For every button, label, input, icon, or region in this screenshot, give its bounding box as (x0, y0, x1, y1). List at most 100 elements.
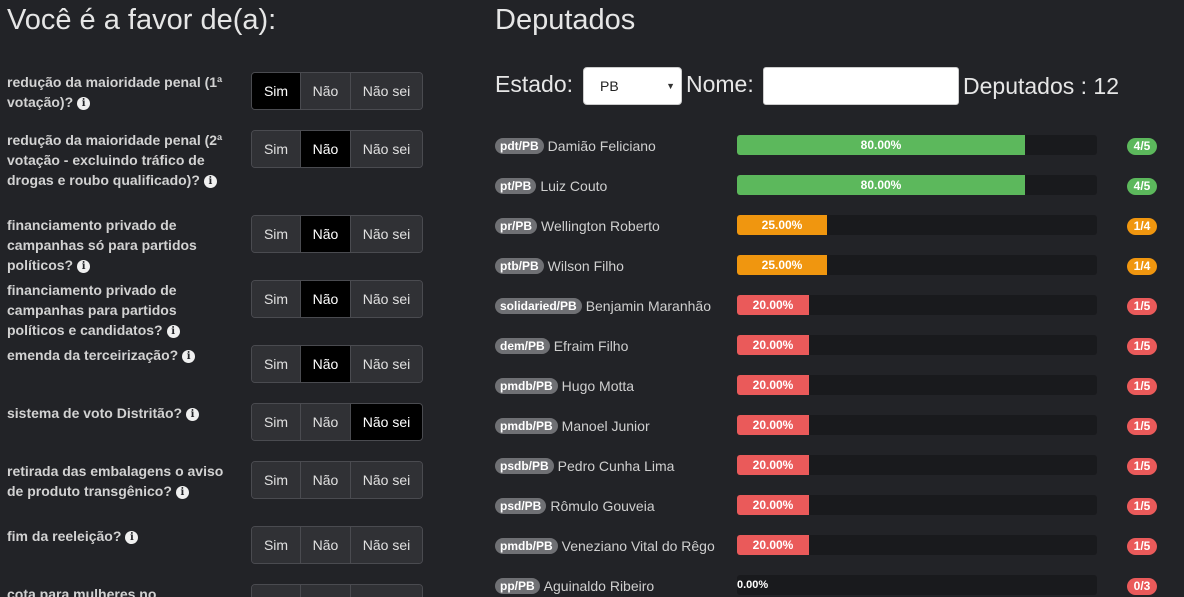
question-label: financiamento privado de campanhas para … (7, 280, 232, 340)
sim-button[interactable]: Sim (252, 131, 301, 167)
info-icon[interactable]: i (203, 175, 217, 188)
estado-select[interactable]: PB ▼ (583, 67, 682, 105)
info-icon[interactable]: i (77, 97, 91, 110)
agreement-progress-bar: 20.00% (737, 495, 1097, 515)
nao-button[interactable]: Não (301, 281, 351, 317)
deputy-name: Aguinaldo Ribeiro (543, 578, 655, 594)
sim-button[interactable]: Sim (252, 585, 301, 597)
estado-select-value: PB (600, 78, 619, 94)
sim-button[interactable]: Sim (252, 404, 301, 440)
agreement-progress-bar: 0.00% (737, 575, 1097, 595)
question-text: fim da reeleição? (7, 528, 122, 544)
question-label: redução da maioridade penal (1ª votação)… (7, 72, 232, 112)
answer-button-group: SimNãoNão sei (251, 526, 423, 564)
nao-sei-button[interactable]: Não sei (351, 527, 422, 563)
progress-fill: 20.00% (737, 415, 809, 435)
sim-button[interactable]: Sim (252, 346, 301, 382)
question-text: sistema de voto Distritão? (7, 405, 183, 421)
party-badge: pmdb/PB (495, 538, 558, 554)
score-badge: 1/5 (1127, 298, 1157, 315)
nao-sei-button[interactable]: Não sei (351, 462, 422, 498)
question-label: emenda da terceirização? i (7, 345, 232, 365)
nao-sei-button[interactable]: Não sei (351, 73, 422, 109)
answer-button-group: SimNãoNão sei (251, 280, 423, 318)
deputy-row: pp/PB Aguinaldo Ribeiro (495, 576, 720, 596)
score-badge: 4/5 (1127, 178, 1157, 195)
nome-input[interactable] (763, 67, 959, 105)
progress-fill: 20.00% (737, 375, 809, 395)
deputy-row: pr/PB Wellington Roberto (495, 216, 720, 236)
question-text: retirada das embalagens o aviso de produ… (7, 463, 224, 499)
sim-button[interactable]: Sim (252, 527, 301, 563)
progress-fill: 25.00% (737, 215, 827, 235)
nao-sei-button[interactable]: Não sei (351, 585, 422, 597)
nao-sei-button[interactable]: Não sei (351, 404, 422, 440)
progress-fill: 25.00% (737, 255, 827, 275)
answer-button-group: SimNãoNão sei (251, 461, 423, 499)
info-icon[interactable]: i (182, 350, 196, 363)
info-icon[interactable]: i (77, 260, 91, 273)
sim-button[interactable]: Sim (252, 281, 301, 317)
nao-button[interactable]: Não (301, 216, 351, 252)
sim-button[interactable]: Sim (252, 73, 301, 109)
deputy-name: Damião Feliciano (547, 138, 656, 154)
party-badge: pt/PB (495, 178, 537, 194)
deputy-row: ptb/PB Wilson Filho (495, 256, 720, 276)
deputy-name: Wilson Filho (547, 258, 624, 274)
nao-button[interactable]: Não (301, 346, 351, 382)
nao-button[interactable]: Não (301, 404, 351, 440)
sim-button[interactable]: Sim (252, 462, 301, 498)
deputy-name: Veneziano Vital do Rêgo (561, 538, 715, 554)
nao-button[interactable]: Não (301, 462, 351, 498)
nao-sei-button[interactable]: Não sei (351, 346, 422, 382)
question-label: retirada das embalagens o aviso de produ… (7, 461, 232, 501)
question-text: redução da maioridade penal (2ª votação … (7, 132, 223, 188)
agreement-progress-bar: 25.00% (737, 215, 1097, 235)
party-badge: dem/PB (495, 338, 550, 354)
deputy-row: psd/PB Rômulo Gouveia (495, 496, 720, 516)
progress-fill: 80.00% (737, 135, 1025, 155)
deputy-name: Luiz Couto (540, 178, 608, 194)
deputy-name: Rômulo Gouveia (550, 498, 655, 514)
answer-button-group: SimNãoNão sei (251, 584, 423, 597)
score-badge: 1/4 (1127, 258, 1157, 275)
questions-title: Você é a favor de(a): (7, 4, 277, 36)
deputy-row: pmdb/PB Manoel Junior (495, 416, 720, 436)
score-badge: 1/5 (1127, 378, 1157, 395)
agreement-progress-bar: 80.00% (737, 175, 1097, 195)
party-badge: psd/PB (495, 498, 547, 514)
question-label: cota para mulheres no (7, 584, 232, 597)
answer-button-group: SimNãoNão sei (251, 215, 423, 253)
deputy-row: pmdb/PB Hugo Motta (495, 376, 720, 396)
nao-sei-button[interactable]: Não sei (351, 216, 422, 252)
nao-button[interactable]: Não (301, 73, 351, 109)
info-icon[interactable]: i (175, 486, 189, 499)
info-icon[interactable]: i (125, 531, 139, 544)
question-text: financiamento privado de campanhas só pa… (7, 217, 197, 273)
party-badge: pmdb/PB (495, 418, 558, 434)
question-text: redução da maioridade penal (1ª votação)… (7, 74, 223, 110)
party-badge: pr/PB (495, 218, 538, 234)
info-icon[interactable]: i (166, 325, 180, 338)
party-badge: pdt/PB (495, 138, 544, 154)
nao-button[interactable]: Não (301, 131, 351, 167)
sim-button[interactable]: Sim (252, 216, 301, 252)
question-label: redução da maioridade penal (2ª votação … (7, 130, 232, 190)
deputy-row: psdb/PB Pedro Cunha Lima (495, 456, 720, 476)
nao-button[interactable]: Não (301, 527, 351, 563)
info-icon[interactable]: i (186, 408, 200, 421)
question-label: financiamento privado de campanhas só pa… (7, 215, 232, 275)
agreement-progress-bar: 20.00% (737, 375, 1097, 395)
question-text: financiamento privado de campanhas para … (7, 282, 177, 338)
agreement-progress-bar: 80.00% (737, 135, 1097, 155)
answer-button-group: SimNãoNão sei (251, 130, 423, 168)
score-badge: 1/5 (1127, 498, 1157, 515)
nao-button[interactable]: Não (301, 585, 351, 597)
deputies-title: Deputados (495, 4, 636, 36)
deputy-row: dem/PB Efraim Filho (495, 336, 720, 356)
question-text: emenda da terceirização? (7, 347, 179, 363)
nao-sei-button[interactable]: Não sei (351, 281, 422, 317)
agreement-progress-bar: 25.00% (737, 255, 1097, 275)
nao-sei-button[interactable]: Não sei (351, 131, 422, 167)
agreement-progress-bar: 20.00% (737, 415, 1097, 435)
